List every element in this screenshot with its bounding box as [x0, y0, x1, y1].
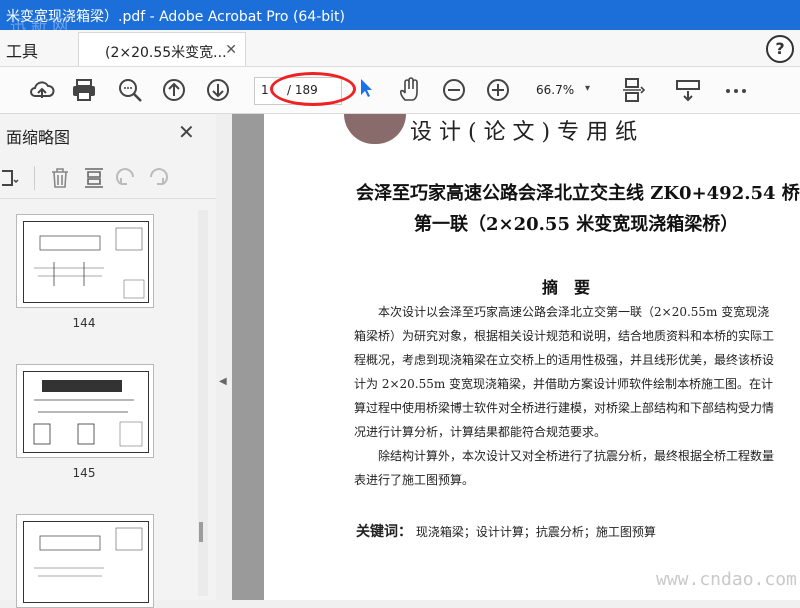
toolbar-divider — [34, 166, 35, 190]
panel-close-icon[interactable]: ✕ — [178, 120, 195, 144]
drawing-preview — [23, 221, 149, 303]
thumbnail-label: 144 — [72, 316, 96, 330]
previous-page-icon[interactable] — [160, 76, 188, 104]
tab-document[interactable]: (2×20.55米变宽... ✕ — [78, 32, 246, 66]
page-header-text: 设 计 ( 论 文 ) 专 用 纸 — [410, 120, 638, 145]
panel-toolbar — [0, 158, 216, 199]
drawing-preview — [23, 371, 149, 453]
site-watermark: www.cndao.com — [656, 569, 797, 590]
next-page-icon[interactable] — [204, 76, 232, 104]
trash-icon[interactable] — [48, 166, 72, 190]
thumbnail-options-icon[interactable] — [0, 168, 20, 188]
thumbnail-label: 145 — [72, 466, 96, 480]
zoom-dropdown-icon[interactable]: ▾ — [585, 83, 590, 94]
tab-bar: 工具 (2×20.55米变宽... ✕ ? — [0, 30, 800, 67]
cloud-upload-icon[interactable] — [28, 76, 56, 104]
thumbnail-page[interactable] — [16, 214, 154, 308]
abstract-paragraph: 除结构计算外，本次设计又对全桥进行了抗震分析，最终根据全桥工程数量表进行了施工图… — [354, 449, 775, 487]
help-icon[interactable]: ? — [766, 35, 794, 63]
thumbnail-page[interactable] — [16, 364, 154, 458]
title-bar: 米变宽现浇箱梁）.pdf - Adobe Acrobat Pro (64-bit… — [0, 0, 800, 35]
keywords-label: 关键词： — [356, 524, 412, 540]
more-tools-icon[interactable] — [722, 76, 750, 104]
main-toolbar: 1 / 189 66.7% ▾ — [0, 67, 800, 114]
document-title-line1: 会泽至巧家高速公路会泽北立交主线 ZK0+492.54 桥 — [356, 183, 800, 204]
zoom-in-icon[interactable] — [484, 76, 512, 104]
zoom-out-icon[interactable] — [440, 76, 468, 104]
keywords-line: 关键词： 现浇箱梁；设计计算；抗震分析；施工图预算 — [356, 521, 656, 541]
search-icon[interactable] — [116, 76, 144, 104]
panel-scroll-thumb[interactable] — [199, 522, 203, 542]
zoom-level[interactable]: 66.7% — [536, 83, 574, 97]
tab-close-icon[interactable]: ✕ — [225, 42, 237, 58]
abstract-heading: 摘 要 — [542, 278, 591, 297]
hand-tool-icon[interactable] — [396, 76, 424, 104]
panel-scrollbar[interactable] — [198, 210, 208, 596]
page-fit-icon[interactable] — [620, 76, 648, 104]
print-icon[interactable] — [70, 76, 98, 104]
drawing-preview — [23, 521, 149, 603]
undo-rotate-icon[interactable] — [114, 166, 138, 190]
redo-rotate-icon[interactable] — [146, 166, 170, 190]
thumbnail-page[interactable] — [16, 514, 154, 608]
highlight-oval — [270, 72, 356, 106]
current-page-input[interactable]: 1 — [261, 83, 269, 97]
keywords-text: 现浇箱梁；设计计算；抗震分析；施工图预算 — [415, 525, 656, 539]
abstract-paragraph: 本次设计以会泽至巧家高速公路会泽北立交第一联（2×20.55m 变宽现浇箱梁桥）… — [354, 305, 775, 439]
select-pointer-icon[interactable] — [359, 78, 373, 98]
thumbnail-panel: 面缩略图 ✕ 144 145 — [0, 114, 217, 608]
panel-title: 面缩略图 — [6, 128, 71, 147]
collapse-arrow-icon[interactable]: ◀ — [219, 376, 227, 387]
tab-tools[interactable]: 工具 — [6, 38, 38, 62]
scrolling-mode-icon[interactable] — [674, 76, 702, 104]
panel-collapse-bar[interactable]: ◀ — [216, 114, 233, 600]
document-title-line2: 第一联（2×20.55 米变宽现浇箱梁桥） — [414, 214, 739, 235]
insert-pages-icon[interactable] — [82, 166, 106, 190]
tab-document-label: (2×20.55米变宽... — [105, 45, 227, 61]
